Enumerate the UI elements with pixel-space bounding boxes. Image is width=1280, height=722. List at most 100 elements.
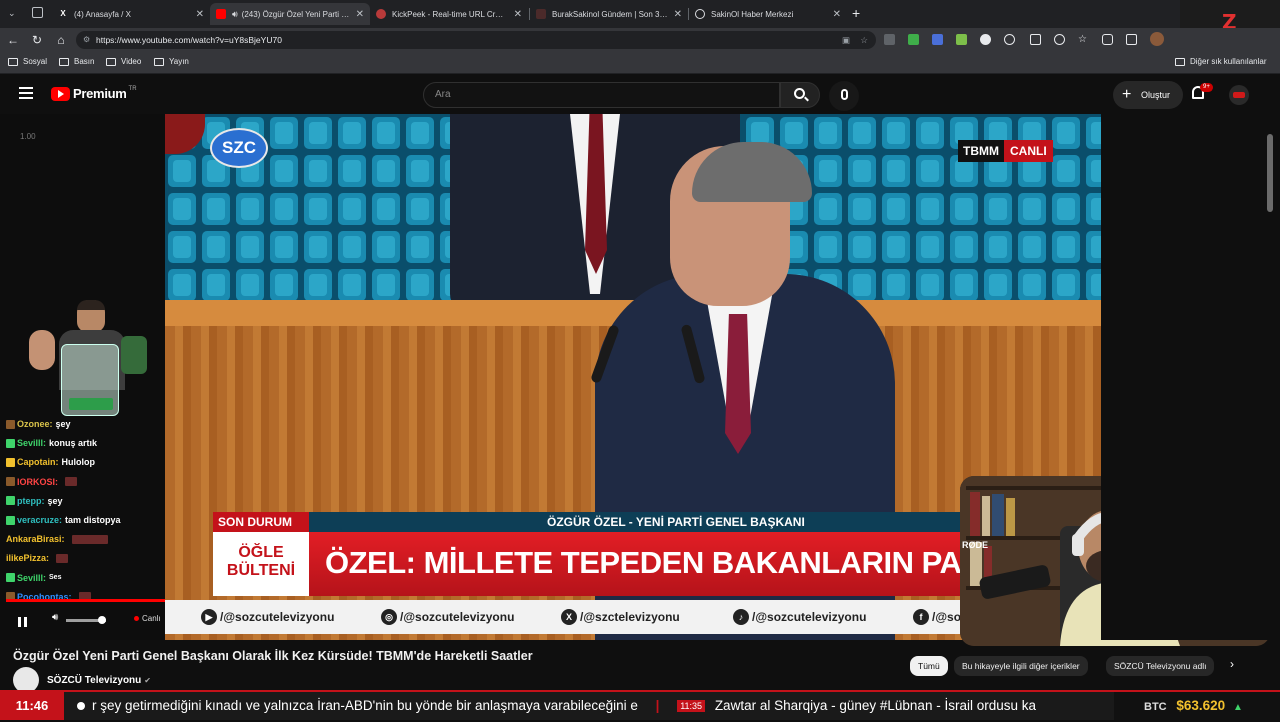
speaker-tie: [725, 314, 751, 454]
tab-youtube-video[interactable]: 🔊︎ (243) Özgür Özel Yeni Parti Ge ✕: [210, 3, 370, 25]
plus-icon: +: [1122, 86, 1132, 103]
chat-message: veracruze: tam distopya: [6, 515, 121, 525]
tab-search-icon[interactable]: ⌄: [8, 8, 16, 19]
channel-name[interactable]: SÖZCÜ Televizyonu: [47, 675, 141, 686]
extension-icon[interactable]: [1054, 34, 1065, 45]
chat-badge-icon: [6, 419, 15, 429]
home-icon[interactable]: ⌂: [54, 33, 68, 47]
folder-icon: [1175, 57, 1185, 66]
address-bar[interactable]: ⚙ https://www.youtube.com/watch?v=uY8sBj…: [76, 31, 876, 49]
close-icon[interactable]: ✕: [356, 9, 364, 20]
tiktok-icon: ♪: [733, 609, 749, 625]
speaker-icon[interactable]: 🔊︎: [232, 9, 238, 20]
youtube-header: Premium TR Ara + Oluştur 9+: [0, 76, 1280, 114]
workspaces-icon[interactable]: [32, 7, 43, 18]
chat-text: tam distopya: [65, 515, 121, 525]
extension-icon[interactable]: [980, 34, 991, 45]
notifications-button[interactable]: 9+: [1192, 83, 1213, 104]
close-icon[interactable]: ✕: [196, 9, 204, 20]
extension-icon[interactable]: [1004, 34, 1015, 45]
folder-icon: [106, 57, 116, 66]
channel-row: SÖZCÜ Televizyonu ✔: [13, 667, 151, 693]
streamer-camera-figure: [25, 300, 155, 420]
bookmark-folder-basin[interactable]: Basın: [59, 57, 94, 66]
chat-message: ilikePizza:: [6, 553, 69, 564]
chat-message: Capotain: Hulolop: [6, 457, 95, 467]
progress-track[interactable]: [6, 599, 165, 602]
extension-icon[interactable]: [956, 34, 967, 45]
chat-username: ptepp:: [17, 495, 45, 506]
extension-icon[interactable]: [932, 34, 943, 45]
bookmark-folder-yayin[interactable]: Yayın: [154, 57, 189, 66]
create-button[interactable]: + Oluştur: [1113, 81, 1183, 109]
live-dot: [134, 616, 139, 621]
ticker-clock: 11:46: [0, 692, 64, 720]
bookmarks-bar: Sosyal Basın Video Yayın Diğer sık kulla…: [0, 52, 1280, 74]
volume-button[interactable]: 🔊︎: [52, 612, 58, 623]
volume-icon: 🔊︎: [52, 612, 59, 623]
bookmark-folder-video[interactable]: Video: [106, 57, 141, 66]
chip-all[interactable]: Tümü: [910, 656, 948, 676]
youtube-right-column: [1101, 114, 1280, 640]
tab-sakinol-haber[interactable]: SakinOl Haber Merkezi ✕: [689, 3, 847, 25]
youtube-logo[interactable]: Premium TR: [51, 86, 137, 101]
browser-tab-bar: ⌄ X (4) Anasayfa / X ✕ 🔊︎ (243) Özgür Öz…: [0, 0, 1280, 56]
chip-channel[interactable]: SÖZCÜ Televizyonu adlı: [1106, 656, 1215, 676]
profile-avatar[interactable]: [1150, 32, 1164, 46]
tab-x-home[interactable]: X (4) Anasayfa / X ✕: [52, 3, 210, 25]
chip-related-story[interactable]: Bu hikayeyle ilgili diğer içerikler: [954, 656, 1088, 676]
reload-icon[interactable]: ↻: [30, 33, 44, 47]
site-info-icon[interactable]: ⚙: [83, 31, 90, 49]
bookmark-folder-sosyal[interactable]: Sosyal: [8, 57, 47, 66]
youtube-icon: ▶: [201, 609, 217, 625]
lower-third-headline: ÖĞLE BÜLTENİ ÖZEL: MİLLETE TEPEDEN BAKAN…: [213, 532, 1069, 596]
tbmm-live-tag: TBMM CANLI: [958, 140, 1053, 162]
back-icon[interactable]: ←: [6, 33, 20, 47]
search-button[interactable]: [780, 82, 820, 108]
extension-icon[interactable]: [908, 34, 919, 45]
chips-next-button[interactable]: ›: [1230, 657, 1234, 671]
tab-kickpeek[interactable]: KickPeek - Real-time URL Crawler ✕: [370, 3, 528, 25]
collections-icon[interactable]: [1126, 34, 1137, 45]
social-youtube: ▶/@sozcutelevizyonu: [201, 609, 334, 625]
volume-slider[interactable]: [66, 616, 106, 624]
pause-button[interactable]: [18, 614, 27, 632]
microphone-icon: [841, 89, 848, 100]
scrollbar-thumb[interactable]: [1267, 134, 1273, 212]
account-avatar[interactable]: [1229, 85, 1249, 105]
emote-icon: [71, 534, 108, 544]
price-up-icon: ▲: [1232, 702, 1243, 713]
extension-icon[interactable]: [1102, 34, 1113, 45]
new-tab-button[interactable]: +: [852, 5, 860, 21]
close-icon[interactable]: ✕: [833, 9, 841, 20]
headline-subtitle: ÖZGÜR ÖZEL - YENİ PARTİ GENEL BAŞKANI: [547, 515, 805, 529]
bookmark-star-icon[interactable]: ☆: [860, 31, 868, 49]
notifications-badge: 9+: [1200, 83, 1213, 92]
volume-knob[interactable]: [98, 616, 106, 624]
close-icon[interactable]: ✕: [674, 9, 682, 20]
kickpeek-icon: [376, 9, 386, 19]
tab-buraksakinol-gundem[interactable]: BurakSakinol Gündem | Son 3 Gün ✕: [530, 3, 688, 25]
install-app-icon[interactable]: ▣: [842, 31, 850, 49]
chat-username: ilikePizza:: [6, 553, 50, 564]
close-icon[interactable]: ✕: [514, 9, 522, 20]
menu-icon[interactable]: [19, 87, 33, 99]
youtube-play-icon: [51, 86, 70, 101]
live-indicator[interactable]: Canlı: [134, 614, 161, 623]
chat-username: Sevilll:: [17, 572, 47, 583]
ticker-text: r şey getirmediğini kınadı ve yalnızca İ…: [92, 698, 1036, 713]
facebook-icon: f: [913, 609, 929, 625]
chat-username: Sevilll:: [17, 438, 47, 449]
extension-icon[interactable]: [884, 34, 895, 45]
bookmark-folder-other[interactable]: Diğer sık kullanılanlar: [1175, 57, 1266, 66]
verified-icon: ✔: [144, 675, 151, 685]
ticker-bullet: [77, 702, 85, 710]
sidebar-icon[interactable]: [1030, 34, 1041, 45]
search-input[interactable]: Ara: [423, 82, 780, 108]
burak-icon: [536, 9, 546, 19]
url-text: https://www.youtube.com/watch?v=uY8sBjeY…: [96, 35, 282, 45]
favorites-icon[interactable]: ☆: [1078, 34, 1089, 45]
voice-search-button[interactable]: [829, 81, 859, 111]
x-logo-icon: X: [60, 9, 66, 18]
chat-username: Ozonee:: [17, 419, 53, 429]
